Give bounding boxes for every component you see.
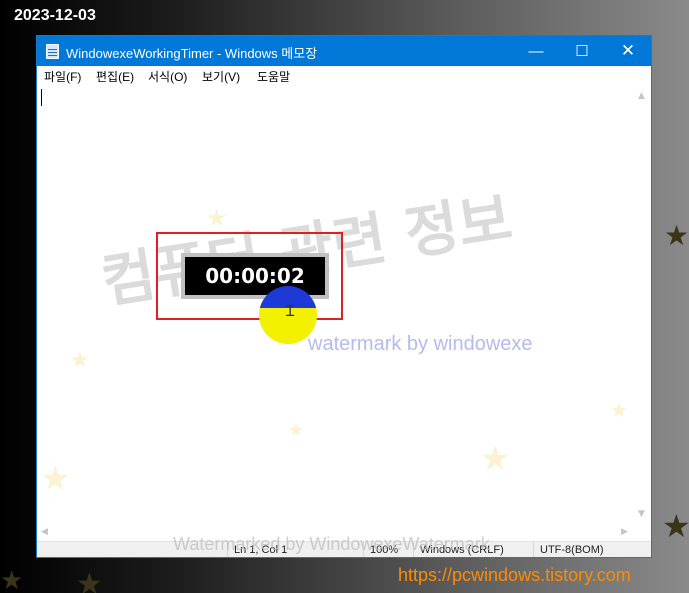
date-label: 2023-12-03: [14, 7, 96, 24]
watermark-english: watermark by windowexe: [308, 333, 533, 355]
menu-edit[interactable]: 편집(E): [96, 68, 134, 85]
scroll-down-icon[interactable]: ▼: [638, 510, 645, 519]
star-decoration-icon: ★: [0, 566, 24, 593]
watermark-bottom: Watermarked by WindowexeWatermark: [173, 534, 490, 554]
text-caret: [41, 89, 42, 106]
scroll-up-icon[interactable]: ▲: [638, 92, 645, 101]
star-decoration-icon: ★: [610, 398, 628, 422]
text-cursor-icon: Ɪ: [286, 302, 295, 320]
star-decoration-icon: ★: [664, 219, 689, 252]
star-decoration-icon: ★: [70, 348, 90, 373]
star-decoration-icon: ★: [288, 420, 305, 441]
notepad-icon: [46, 44, 59, 59]
star-decoration-icon: ★: [76, 567, 103, 593]
scroll-left-icon[interactable]: ◀: [41, 528, 48, 537]
close-button[interactable]: ✕: [605, 36, 651, 66]
title-bar[interactable]: WindowexeWorkingTimer - Windows 메모장 — ☐ …: [37, 36, 651, 66]
window-title: WindowexeWorkingTimer - Windows 메모장: [66, 46, 318, 61]
menu-format[interactable]: 서식(O): [148, 68, 187, 85]
scroll-right-icon[interactable]: ▶: [621, 528, 628, 537]
menu-view[interactable]: 보기(V): [202, 68, 240, 85]
minimize-button[interactable]: —: [513, 36, 559, 66]
maximize-button[interactable]: ☐: [559, 36, 605, 66]
vertical-scrollbar[interactable]: ▲ ▼: [634, 86, 651, 524]
site-url: https://pcwindows.tistory.com: [398, 565, 631, 585]
menu-file[interactable]: 파일(F): [44, 68, 81, 85]
star-decoration-icon: ★: [40, 459, 71, 499]
menu-help[interactable]: 도움말: [257, 68, 290, 85]
menu-bar: 파일(F) 편집(E) 서식(O) 보기(V) 도움말: [37, 66, 651, 86]
encoding: UTF-8(BOM): [533, 542, 651, 557]
star-decoration-icon: ★: [662, 507, 689, 545]
star-decoration-icon: ★: [480, 439, 511, 479]
